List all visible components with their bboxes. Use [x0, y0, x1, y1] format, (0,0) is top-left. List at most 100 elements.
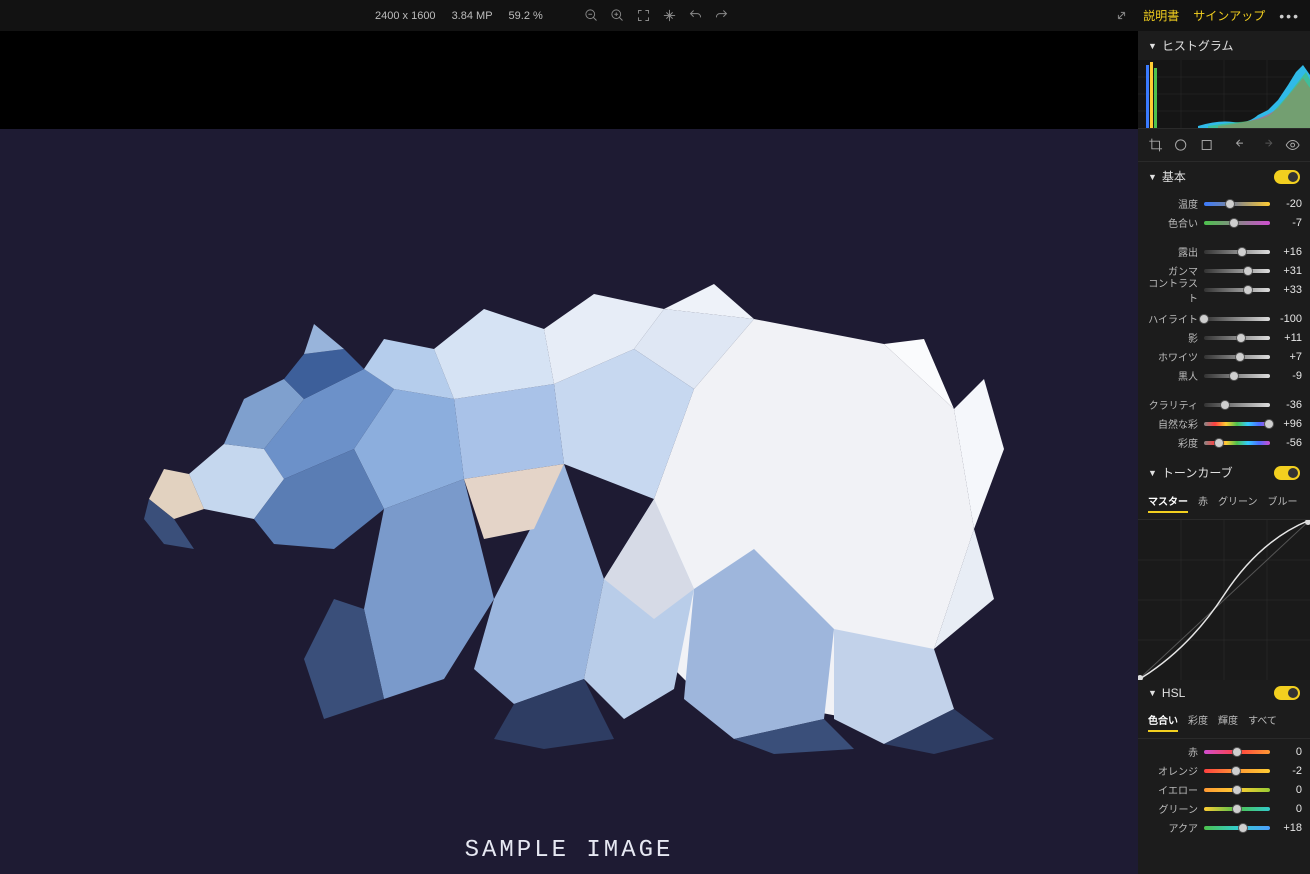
slider-value: -36 — [1276, 399, 1302, 411]
slider-影: 影 +11 — [1146, 328, 1302, 347]
slider-label: オレンジ — [1146, 763, 1198, 778]
slider-赤: 赤 0 — [1146, 742, 1302, 761]
slider-オレンジ: オレンジ -2 — [1146, 761, 1302, 780]
slider-knob[interactable] — [1199, 314, 1209, 324]
slider-knob[interactable] — [1225, 199, 1235, 209]
slider-track[interactable] — [1204, 250, 1270, 254]
curve-tab-3[interactable]: ブルー — [1268, 493, 1298, 513]
slider-label: 黒人 — [1146, 368, 1198, 383]
curve-tabs: マスター赤グリーンブルー — [1138, 487, 1310, 520]
signup-link[interactable]: サインアップ — [1193, 7, 1265, 24]
hsl-toggle[interactable] — [1274, 686, 1300, 700]
curve-tab-1[interactable]: 赤 — [1198, 493, 1208, 513]
basic-label: 基本 — [1162, 168, 1186, 185]
slider-knob[interactable] — [1229, 218, 1239, 228]
slider-track[interactable] — [1204, 374, 1270, 378]
slider-knob[interactable] — [1243, 266, 1253, 276]
redo-local-icon[interactable] — [1259, 137, 1274, 153]
zoom-out-icon[interactable] — [584, 8, 599, 23]
zoom-in-icon[interactable] — [610, 8, 625, 23]
slider-track[interactable] — [1204, 269, 1270, 273]
basic-controls: 温度 -20色合い -7露出 +16ガンマ +31コントラスト +33ハイライト… — [1138, 191, 1310, 458]
crop-icon[interactable] — [1148, 137, 1163, 153]
slider-track[interactable] — [1204, 317, 1270, 321]
slider-track[interactable] — [1204, 336, 1270, 340]
undo-local-icon[interactable] — [1234, 137, 1249, 153]
megapixels: 3.84 MP — [452, 10, 493, 22]
slider-knob[interactable] — [1237, 247, 1247, 257]
slider-track[interactable] — [1204, 422, 1270, 426]
redo-icon[interactable] — [714, 8, 729, 23]
slider-knob[interactable] — [1231, 766, 1241, 776]
slider-グリーン: グリーン 0 — [1146, 799, 1302, 818]
undo-icon[interactable] — [688, 8, 703, 23]
slider-track[interactable] — [1204, 403, 1270, 407]
slider-knob[interactable] — [1264, 419, 1274, 429]
slider-label: 彩度 — [1146, 435, 1198, 450]
slider-value: +11 — [1276, 332, 1302, 344]
sample-image-text: SAMPLE IMAGE — [465, 837, 674, 864]
chevron-down-icon: ▼ — [1148, 41, 1157, 51]
slider-label: イエロー — [1146, 782, 1198, 797]
hsl-tab-0[interactable]: 色合い — [1148, 712, 1178, 732]
slider-knob[interactable] — [1235, 352, 1245, 362]
canvas-area[interactable]: SAMPLE IMAGE — [0, 31, 1138, 874]
slider-knob[interactable] — [1236, 333, 1246, 343]
section-hsl[interactable]: ▼ HSL — [1138, 680, 1310, 706]
slider-track[interactable] — [1204, 202, 1270, 206]
square-icon[interactable] — [1199, 137, 1214, 153]
slider-label: ハイライト — [1146, 311, 1198, 326]
grid-icon[interactable] — [662, 8, 677, 23]
slider-knob[interactable] — [1220, 400, 1230, 410]
slider-露出: 露出 +16 — [1146, 242, 1302, 261]
slider-ハイライト: ハイライト -100 — [1146, 309, 1302, 328]
slider-track[interactable] — [1204, 826, 1270, 830]
slider-value: 0 — [1276, 803, 1302, 815]
curve-tab-2[interactable]: グリーン — [1218, 493, 1258, 513]
slider-色合い: 色合い -7 — [1146, 213, 1302, 232]
slider-value: 0 — [1276, 784, 1302, 796]
chevron-down-icon: ▼ — [1148, 172, 1157, 182]
fit-screen-icon[interactable] — [636, 8, 651, 23]
tone-curve-toggle[interactable] — [1274, 466, 1300, 480]
hsl-tab-3[interactable]: すべて — [1248, 712, 1277, 732]
slider-label: 色合い — [1146, 215, 1198, 230]
expand-icon[interactable] — [1114, 8, 1129, 23]
slider-track[interactable] — [1204, 769, 1270, 773]
slider-彩度: 彩度 -56 — [1146, 433, 1302, 452]
slider-knob[interactable] — [1243, 285, 1253, 295]
eye-icon[interactable] — [1285, 137, 1300, 153]
basic-toggle[interactable] — [1274, 170, 1300, 184]
toolbar-icons — [584, 8, 729, 23]
curve-tab-0[interactable]: マスター — [1148, 493, 1188, 513]
slider-value: -9 — [1276, 370, 1302, 382]
section-basic[interactable]: ▼ 基本 — [1138, 162, 1310, 191]
slider-knob[interactable] — [1238, 823, 1248, 833]
slider-knob[interactable] — [1214, 438, 1224, 448]
slider-track[interactable] — [1204, 221, 1270, 225]
slider-label: クラリティ — [1146, 397, 1198, 412]
histogram-chart — [1138, 60, 1310, 128]
chevron-down-icon: ▼ — [1148, 688, 1157, 698]
more-menu-icon[interactable]: ••• — [1279, 8, 1300, 24]
slider-knob[interactable] — [1232, 804, 1242, 814]
section-tone-curve[interactable]: ▼ トーンカーブ — [1138, 458, 1310, 487]
hsl-tab-2[interactable]: 輝度 — [1218, 712, 1238, 732]
manual-link[interactable]: 説明書 — [1143, 7, 1179, 24]
slider-knob[interactable] — [1229, 371, 1239, 381]
slider-track[interactable] — [1204, 807, 1270, 811]
dimensions: 2400 x 1600 — [375, 10, 436, 22]
slider-value: 0 — [1276, 746, 1302, 758]
slider-value: +31 — [1276, 265, 1302, 277]
slider-track[interactable] — [1204, 750, 1270, 754]
tone-curve-chart[interactable] — [1138, 520, 1310, 680]
section-histogram[interactable]: ▼ ヒストグラム — [1138, 31, 1310, 60]
slider-track[interactable] — [1204, 441, 1270, 445]
circle-icon[interactable] — [1173, 137, 1188, 153]
hsl-tab-1[interactable]: 彩度 — [1188, 712, 1208, 732]
slider-knob[interactable] — [1232, 785, 1242, 795]
slider-track[interactable] — [1204, 788, 1270, 792]
slider-track[interactable] — [1204, 355, 1270, 359]
slider-track[interactable] — [1204, 288, 1270, 292]
slider-knob[interactable] — [1232, 747, 1242, 757]
